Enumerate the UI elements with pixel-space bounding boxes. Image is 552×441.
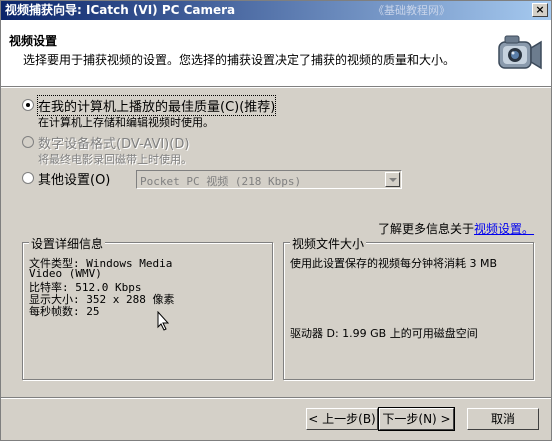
option-best-quality-desc: 在计算机上存储和编辑视频时使用。 bbox=[38, 116, 214, 129]
back-button[interactable]: < 上一步(B) bbox=[306, 408, 378, 430]
file-size-group: 视频文件大小 使用此设置保存的视频每分钟将消耗 3 MB 驱动器 D: 1.99… bbox=[283, 235, 534, 380]
settings-details-group: 设置详细信息 文件类型: Windows Media Video (WMV) 比… bbox=[22, 235, 273, 380]
other-settings-value: Pocket PC 视频 (218 Kbps) bbox=[140, 175, 302, 188]
file-size-title: 视频文件大小 bbox=[290, 235, 367, 252]
next-button[interactable]: 下一步(N) > bbox=[378, 407, 455, 431]
option-dv-avi-desc: 将最终电影录回磁带上时使用。 bbox=[38, 153, 192, 166]
other-settings-select: Pocket PC 视频 (218 Kbps) bbox=[136, 170, 402, 189]
close-icon: × bbox=[535, 3, 545, 16]
footer-separator bbox=[1, 397, 551, 399]
close-button[interactable]: × bbox=[532, 3, 548, 17]
disk-space-text: 驱动器 D: 1.99 GB 上的可用磁盘空间 bbox=[290, 327, 478, 340]
page-title: 视频设置 bbox=[9, 34, 58, 48]
settings-details-title: 设置详细信息 bbox=[29, 235, 106, 252]
file-size-usage: 使用此设置保存的视频每分钟将消耗 3 MB bbox=[290, 257, 498, 270]
video-camera-icon bbox=[498, 35, 542, 70]
watermark-text: 《基础教程网》 bbox=[373, 4, 450, 17]
radio-dv-avi bbox=[22, 136, 34, 148]
detail-line: 每秒帧数: 25 bbox=[29, 305, 100, 318]
cancel-button[interactable]: 取消 bbox=[467, 408, 539, 430]
window-title: 视频捕获向导: ICatch (VI) PC Camera bbox=[5, 3, 236, 17]
more-info-text: 了解更多信息关于 bbox=[378, 222, 475, 236]
radio-other-settings[interactable] bbox=[22, 172, 34, 184]
option-other-settings-label[interactable]: 其他设置(O) bbox=[38, 169, 110, 188]
option-best-quality-label[interactable]: 在我的计算机上播放的最佳质量(C)(推荐) bbox=[36, 95, 277, 116]
title-bar[interactable]: 视频捕获向导: ICatch (VI) PC Camera 《基础教程网》 × bbox=[1, 1, 551, 20]
more-info: 了解更多信息关于视频设置。 bbox=[378, 220, 534, 237]
video-settings-link[interactable]: 视频设置。 bbox=[474, 222, 534, 236]
wizard-window: 视频捕获向导: ICatch (VI) PC Camera 《基础教程网》 × … bbox=[0, 0, 552, 441]
option-dv-avi-label: 数字设备格式(DV-AVI)(D) bbox=[38, 137, 190, 152]
chevron-down-icon bbox=[385, 172, 400, 187]
page-description: 选择要用于捕获视频的设置。您选择的捕获设置决定了捕获的视频的质量和大小。 bbox=[23, 53, 456, 67]
wizard-header: 视频设置 选择要用于捕获视频的设置。您选择的捕获设置决定了捕获的视频的质量和大小… bbox=[1, 20, 551, 87]
radio-best-quality[interactable] bbox=[22, 99, 34, 111]
mouse-cursor-icon bbox=[157, 311, 169, 331]
